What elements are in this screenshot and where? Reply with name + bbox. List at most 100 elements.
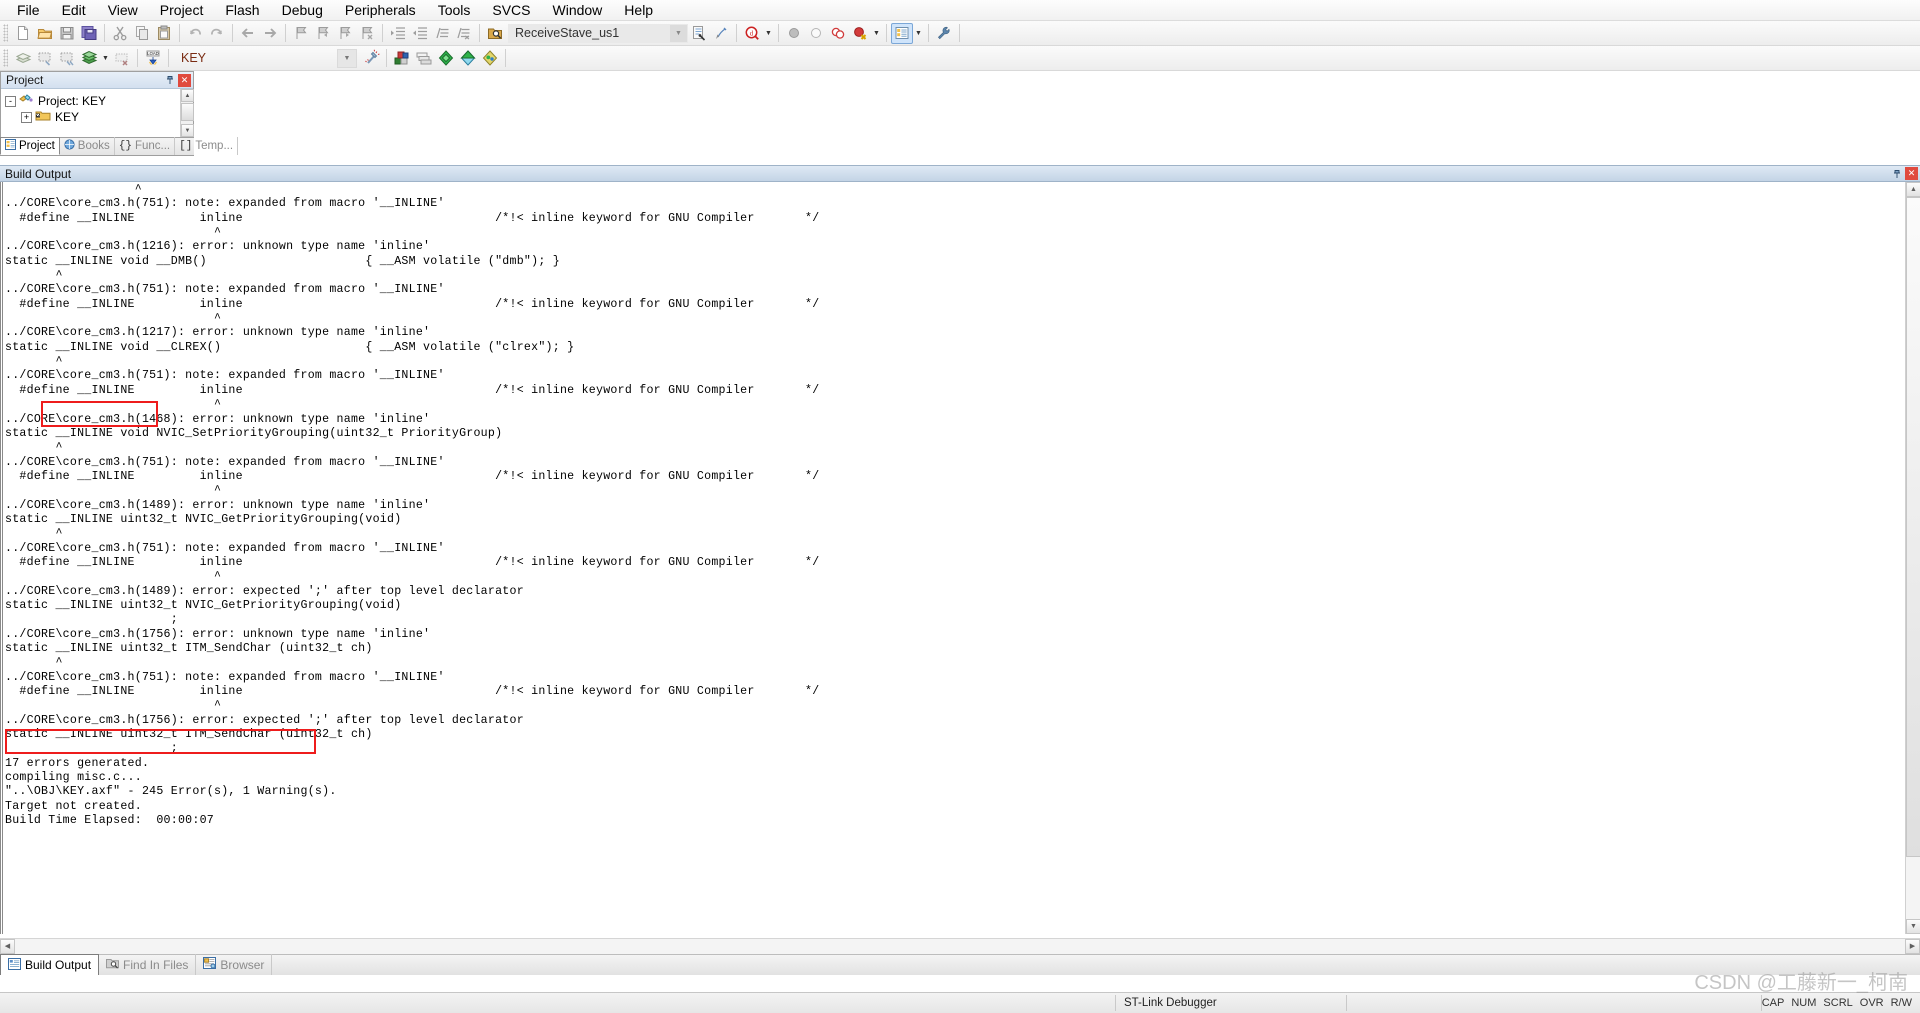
uncomment-icon[interactable]: [453, 23, 475, 44]
configuration-wizard-icon[interactable]: [891, 22, 913, 44]
tab-find-in-files[interactable]: Find In Files: [99, 954, 197, 975]
project-tree-scrollbar[interactable]: ▲ ▼: [180, 89, 194, 137]
navigate-forward-icon[interactable]: [259, 23, 281, 44]
tab-label: Browser: [220, 957, 265, 972]
build-output-log: ^ ../CORE\core_cm3.h(751): note: expande…: [5, 183, 820, 828]
chevron-down-icon[interactable]: ▼: [670, 24, 687, 42]
tab-project[interactable]: Project: [0, 137, 60, 155]
scrollbar-thumb[interactable]: [181, 103, 194, 121]
toolbar-separator: [959, 24, 960, 42]
open-file-icon[interactable]: [34, 23, 56, 44]
tab-books[interactable]: Books: [60, 137, 115, 155]
browser-tab-icon: [203, 957, 217, 972]
tab-build-output[interactable]: Build Output: [0, 954, 100, 975]
copy-icon[interactable]: [131, 23, 153, 44]
utilities-icon[interactable]: [933, 23, 955, 44]
kill-all-breakpoints-icon[interactable]: [849, 23, 871, 44]
insert-breakpoint-icon[interactable]: [783, 23, 805, 44]
scrollbar-track[interactable]: [1906, 197, 1920, 919]
menu-project[interactable]: Project: [149, 0, 215, 21]
scroll-down-icon[interactable]: ▼: [181, 124, 194, 137]
scrollbar-thumb[interactable]: [1906, 197, 1920, 857]
menu-view[interactable]: View: [97, 0, 149, 21]
target-folder-icon: [35, 109, 51, 125]
disable-breakpoint-icon[interactable]: [805, 23, 827, 44]
indent-icon[interactable]: [387, 23, 409, 44]
scroll-left-icon[interactable]: ◀: [0, 938, 15, 954]
menu-debug[interactable]: Debug: [271, 0, 334, 21]
navigate-back-icon[interactable]: [237, 23, 259, 44]
find-next-icon[interactable]: [688, 23, 710, 44]
search-input[interactable]: ReceiveStave_us1 ▼: [508, 23, 688, 43]
bookmark-toggle-icon[interactable]: [290, 23, 312, 44]
rebuild-all-icon[interactable]: [56, 48, 78, 69]
scroll-right-icon[interactable]: ▶: [1905, 938, 1920, 954]
bookmark-clear-icon[interactable]: [356, 23, 378, 44]
menu-help[interactable]: Help: [613, 0, 664, 21]
breakpoints-dropdown-icon[interactable]: ▼: [871, 23, 882, 44]
scroll-down-icon[interactable]: ▼: [1906, 919, 1920, 934]
outdent-icon[interactable]: [409, 23, 431, 44]
bookmark-prev-icon[interactable]: [312, 23, 334, 44]
uvision-window: File Edit View Project Flash Debug Perip…: [0, 0, 1920, 1013]
tree-expander[interactable]: -: [5, 95, 16, 107]
menu-tools[interactable]: Tools: [427, 0, 482, 21]
scroll-up-icon[interactable]: ▲: [181, 89, 194, 102]
undo-icon[interactable]: [184, 23, 206, 44]
menu-window[interactable]: Window: [542, 0, 614, 21]
redo-icon[interactable]: [206, 23, 228, 44]
menu-svcs[interactable]: SVCS: [481, 0, 541, 21]
menu-file[interactable]: File: [6, 0, 51, 21]
pin-icon[interactable]: [163, 74, 176, 87]
manage-run-time-environment-icon[interactable]: [457, 48, 479, 69]
batch-build-dropdown-icon[interactable]: ▼: [100, 48, 111, 69]
project-panel: Project ✕ - Project: KEY + KEY ▲ ▼: [0, 71, 194, 138]
stop-build-icon[interactable]: [111, 48, 133, 69]
build-output-vscrollbar[interactable]: ▲ ▼: [1905, 182, 1920, 934]
new-file-icon[interactable]: [12, 23, 34, 44]
close-icon[interactable]: ✕: [178, 73, 191, 87]
manage-software-packs-icon[interactable]: [479, 48, 501, 69]
menu-peripherals[interactable]: Peripherals: [334, 0, 427, 21]
manage-project-items-icon[interactable]: [391, 48, 413, 69]
incremental-find-icon[interactable]: [710, 23, 732, 44]
batch-build-icon[interactable]: [78, 48, 100, 69]
pack-installer-icon[interactable]: [435, 48, 457, 69]
paste-icon[interactable]: [153, 23, 175, 44]
bookmark-next-icon[interactable]: [334, 23, 356, 44]
menu-flash[interactable]: Flash: [214, 0, 270, 21]
translate-icon[interactable]: [12, 48, 34, 69]
toolbar-grip[interactable]: [3, 49, 8, 67]
toolbar-separator: [386, 49, 388, 67]
build-output-hscrollbar[interactable]: ◀ ▶: [0, 938, 1920, 954]
target-selector-label[interactable]: KEY: [173, 51, 214, 65]
menu-edit[interactable]: Edit: [51, 0, 97, 21]
cut-icon[interactable]: [109, 23, 131, 44]
pin-icon[interactable]: [1890, 167, 1903, 180]
scrollbar-track[interactable]: [15, 938, 1905, 954]
find-in-files-icon[interactable]: [484, 23, 506, 44]
tab-templates[interactable]: [] Temp...: [175, 137, 239, 155]
save-all-icon[interactable]: [78, 23, 100, 44]
build-output-text-area[interactable]: ^ ../CORE\core_cm3.h(751): note: expande…: [0, 182, 1905, 934]
disable-all-breakpoints-icon[interactable]: [827, 23, 849, 44]
tab-functions[interactable]: {} Func...: [115, 137, 176, 155]
download-icon[interactable]: LOAD: [142, 48, 164, 69]
close-icon[interactable]: ✕: [1905, 167, 1918, 180]
comment-icon[interactable]: [431, 23, 453, 44]
save-icon[interactable]: [56, 23, 78, 44]
options-for-target-icon[interactable]: [360, 48, 382, 69]
debug-dropdown-icon[interactable]: ▼: [763, 23, 774, 44]
toolbar-grip[interactable]: [3, 24, 8, 42]
multi-project-icon[interactable]: [413, 48, 435, 69]
tree-expander[interactable]: +: [21, 111, 32, 123]
tree-node-project-key[interactable]: - Project: KEY: [5, 93, 193, 109]
find-in-files-tab-icon: [106, 957, 120, 972]
target-dropdown-icon[interactable]: ▼: [337, 48, 358, 68]
configuration-dropdown-icon[interactable]: ▼: [913, 23, 924, 44]
start-debug-icon[interactable]: d: [741, 23, 763, 44]
build-target-icon[interactable]: [34, 48, 56, 69]
tab-browser[interactable]: Browser: [196, 954, 273, 975]
scroll-up-icon[interactable]: ▲: [1906, 182, 1920, 197]
tree-node-key[interactable]: + KEY: [5, 109, 193, 125]
